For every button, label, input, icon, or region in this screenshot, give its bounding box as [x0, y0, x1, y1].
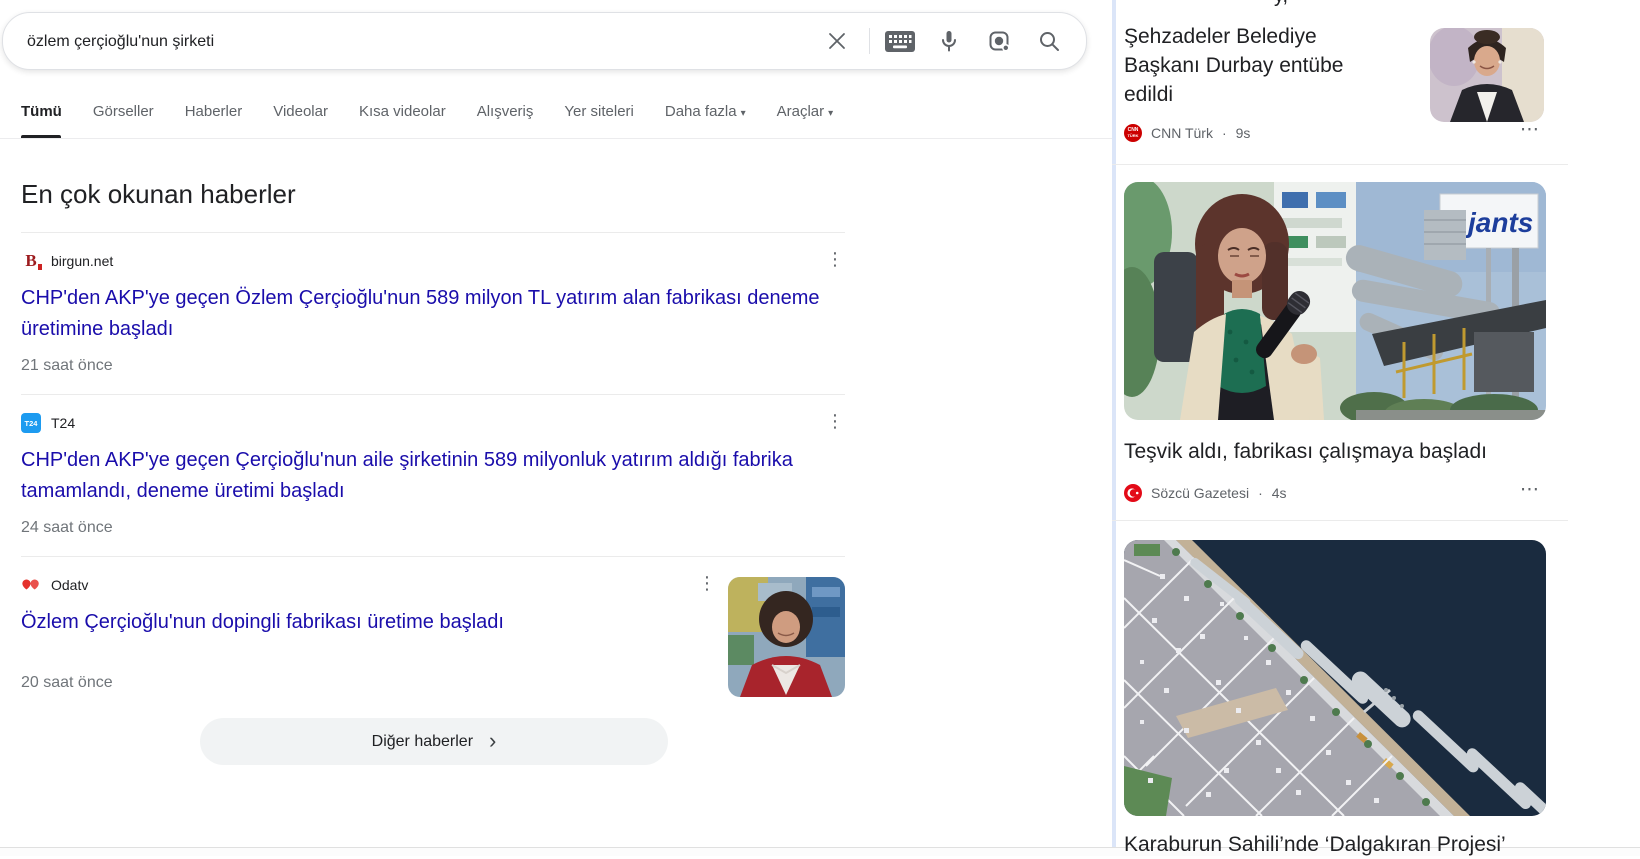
- story-image-breakwater-map[interactable]: [1124, 540, 1546, 816]
- source-name: T24: [51, 415, 75, 431]
- result-time: 21 saat önce: [21, 357, 845, 375]
- more-options-icon[interactable]: ⋮: [697, 573, 717, 594]
- result-title-link[interactable]: CHP'den AKP'ye geçen Özlem Çerçioğlu'nun…: [21, 283, 827, 345]
- result-title-link[interactable]: CHP'den AKP'ye geçen Çerçioğlu'nun aile …: [21, 445, 827, 507]
- birgun-logo-mark: [38, 264, 42, 270]
- clipped-text-fragment: y,: [1274, 0, 1334, 8]
- tab-all[interactable]: Tümü: [21, 103, 62, 120]
- tab-short-videos[interactable]: Kısa videolar: [359, 103, 446, 120]
- meta-dot: ·: [1258, 485, 1263, 501]
- lens-camera-icon[interactable]: [987, 29, 1011, 53]
- top-stories-panel: y, Şehzadeler Belediye Başkanı Durbay en…: [1124, 0, 1580, 856]
- source-name: birgun.net: [51, 253, 113, 269]
- clear-icon[interactable]: [825, 29, 849, 53]
- result-time: 20 saat önce: [21, 674, 845, 692]
- active-tab-underline: [21, 135, 61, 138]
- card-divider: [1112, 520, 1568, 521]
- story-time: 4s: [1272, 485, 1287, 501]
- tab-places[interactable]: Yer siteleri: [564, 103, 633, 120]
- tabs-bottom-border: [0, 138, 1112, 139]
- source-row: T24 T24: [21, 413, 845, 433]
- story-thumbnail-smiling-woman[interactable]: [1430, 28, 1544, 122]
- news-result: T24 T24 ⋮ CHP'den AKP'ye geçen Çerçioğlu…: [21, 394, 845, 556]
- result-time: 24 saat önce: [21, 519, 845, 537]
- source-row: B birgun.net: [21, 251, 845, 271]
- story-source: Sözcü Gazetesi: [1151, 485, 1249, 501]
- search-input[interactable]: [25, 13, 799, 71]
- cnnturk-favicon: CNNTÜRK: [1124, 124, 1142, 142]
- news-results-list: B birgun.net ⋮ CHP'den AKP'ye geçen Özle…: [21, 232, 845, 711]
- source-row: Odatv: [21, 575, 845, 595]
- tab-images[interactable]: Görseller: [93, 103, 154, 120]
- more-options-icon[interactable]: ⋮: [825, 411, 845, 432]
- news-result: Odatv ⋮ Özlem Çerçioğlu'nun dopingli fab…: [21, 556, 845, 711]
- keyboard-icon[interactable]: [885, 31, 915, 52]
- search-box[interactable]: [2, 12, 1087, 70]
- chevron-down-icon: ▾: [828, 108, 833, 119]
- more-news-button[interactable]: Diğer haberler ›: [200, 718, 668, 765]
- tab-shopping[interactable]: Alışveriş: [477, 103, 534, 120]
- chevron-right-icon: ›: [489, 730, 496, 752]
- tab-tools[interactable]: Araçlar▾: [777, 103, 834, 120]
- microphone-icon[interactable]: [937, 29, 961, 53]
- search-filter-tabs: Tümü Görseller Haberler Videolar Kısa vi…: [21, 103, 833, 120]
- more-options-icon[interactable]: ⋯: [1520, 478, 1539, 501]
- story-title-link[interactable]: Karaburun Sahili’nde ‘Dalgakıran Projesi…: [1124, 830, 1564, 859]
- t24-favicon: T24: [21, 413, 41, 433]
- meta-dot: ·: [1222, 125, 1227, 141]
- result-title-link[interactable]: Özlem Çerçioğlu'nun dopingli fabrikası ü…: [21, 607, 827, 638]
- card-divider: [1112, 164, 1568, 165]
- result-thumbnail-woman-red-blazer[interactable]: [728, 577, 845, 697]
- story-source: CNN Türk: [1151, 125, 1213, 141]
- odatv-favicon: [21, 575, 41, 595]
- tab-more[interactable]: Daha fazla▾: [665, 103, 746, 120]
- story-source-row: Sözcü Gazetesi · 4s: [1124, 484, 1287, 502]
- chevron-down-icon: ▾: [741, 108, 746, 119]
- tab-news[interactable]: Haberler: [185, 103, 243, 120]
- page-title: En çok okunan haberler: [21, 179, 296, 210]
- sozcu-favicon: [1124, 484, 1142, 502]
- factory-sign-text: jants: [1464, 207, 1533, 238]
- more-news-label: Diğer haberler: [372, 733, 473, 751]
- story-title-link[interactable]: Teşvik aldı, fabrikası çalışmaya başladı: [1124, 437, 1564, 466]
- story-time: 9s: [1236, 125, 1251, 141]
- more-options-icon[interactable]: ⋯: [1520, 118, 1539, 141]
- story-source-row: CNNTÜRK CNN Türk · 9s: [1124, 124, 1250, 142]
- source-name: Odatv: [51, 577, 88, 593]
- tab-videos[interactable]: Videolar: [273, 103, 328, 120]
- story-image-woman-mic-and-factory[interactable]: jants: [1124, 182, 1546, 420]
- story-title-link[interactable]: Şehzadeler Belediye Başkanı Durbay entüb…: [1124, 22, 1386, 109]
- panel-left-divider: [1112, 0, 1116, 856]
- news-result: B birgun.net ⋮ CHP'den AKP'ye geçen Özle…: [21, 232, 845, 394]
- more-options-icon[interactable]: ⋮: [825, 249, 845, 270]
- search-icon[interactable]: [1037, 29, 1061, 53]
- searchbox-divider: [869, 28, 870, 54]
- birgun-favicon: B: [21, 251, 41, 271]
